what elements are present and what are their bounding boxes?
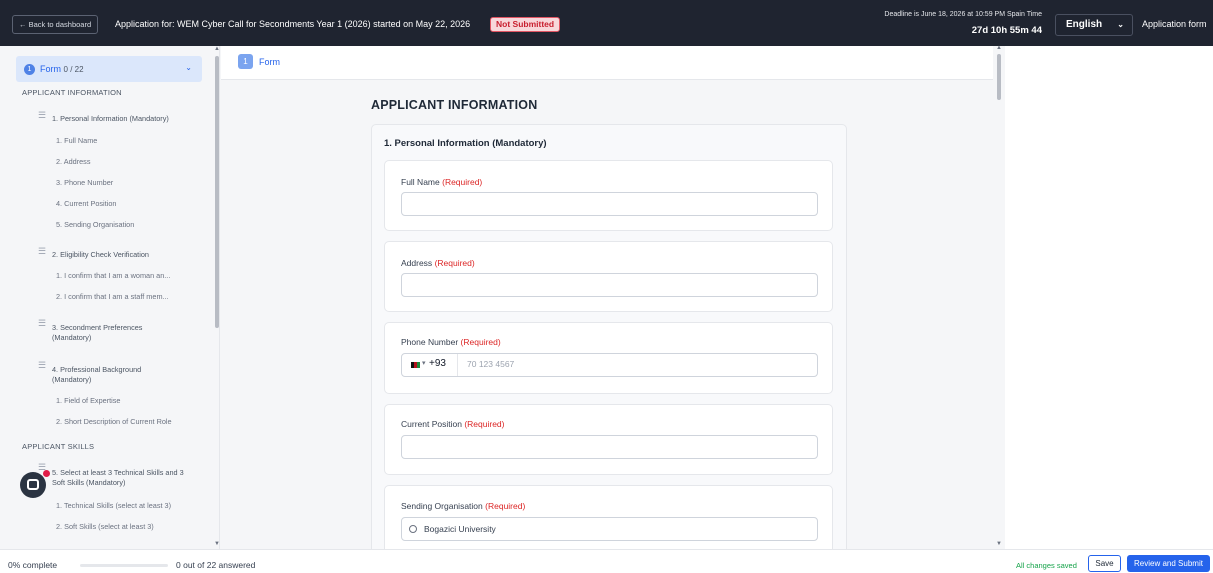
- current-position-input[interactable]: [401, 435, 818, 459]
- countdown-timer: 27d 10h 55m 44: [971, 25, 1042, 36]
- sidebar-item[interactable]: 2. Short Description of Current Role: [56, 417, 172, 426]
- main-scrollbar[interactable]: ▲ ▼: [994, 45, 1003, 549]
- sidebar-group[interactable]: 5. Select at least 3 Technical Skills an…: [52, 468, 192, 488]
- sidebar-item[interactable]: 1. Full Name: [56, 136, 97, 145]
- sidebar-item[interactable]: 1. Technical Skills (select at least 3): [56, 501, 171, 510]
- scroll-down-icon[interactable]: ▼: [996, 541, 1002, 547]
- question-label: Sending Organisation (Required): [401, 501, 525, 511]
- group-title: 1. Personal Information (Mandatory): [384, 138, 547, 149]
- form-progress-count: 0 / 22: [63, 65, 84, 74]
- phone-placeholder: 70 123 4567: [467, 359, 515, 369]
- footer-bar: 0% complete 0 out of 22 answered All cha…: [0, 549, 1213, 573]
- list-icon: ☰: [38, 318, 47, 328]
- sidebar-scrollbar[interactable]: ▲ ▼: [213, 46, 219, 549]
- language-select[interactable]: English ⌄: [1055, 14, 1133, 36]
- tab-form[interactable]: Form: [259, 57, 280, 67]
- sidebar-group[interactable]: 2. Eligibility Check Verification: [52, 250, 210, 260]
- question-label: Address (Required): [401, 258, 475, 268]
- language-label: English: [1066, 19, 1103, 30]
- question-label: Full Name (Required): [401, 177, 482, 187]
- question-label: Current Position (Required): [401, 419, 504, 429]
- review-and-submit-button[interactable]: Review and Submit: [1127, 555, 1210, 572]
- country-code-select[interactable]: ▾ +93: [402, 354, 458, 376]
- form-number-badge: 1: [24, 64, 35, 75]
- required-marker: (Required): [485, 501, 526, 511]
- sidebar-item[interactable]: 5. Sending Organisation: [56, 220, 134, 229]
- required-marker: (Required): [464, 419, 505, 429]
- sidebar-scroll-thumb[interactable]: [215, 56, 219, 328]
- sidebar-section-title[interactable]: APPLICANT INFORMATION: [22, 88, 122, 97]
- answered-count: 0 out of 22 answered: [176, 560, 256, 570]
- application-title: Application for: WEM Cyber Call for Seco…: [115, 19, 471, 29]
- radio-label: Bogazici University: [424, 524, 496, 534]
- status-badge: Not Submitted: [490, 17, 561, 32]
- question-card-full-name: Full Name (Required): [384, 160, 833, 231]
- completion-percent: 0% complete: [8, 560, 58, 570]
- sidebar-group[interactable]: 1. Personal Information (Mandatory): [52, 114, 210, 124]
- top-bar: ← Back to dashboard Application for: WEM…: [0, 0, 1213, 46]
- required-marker: (Required): [434, 258, 475, 268]
- sidebar-item[interactable]: 2. Address: [56, 157, 90, 166]
- flag-icon: [411, 362, 420, 368]
- save-button[interactable]: Save: [1088, 555, 1121, 572]
- scroll-down-icon[interactable]: ▼: [214, 541, 219, 547]
- progress-bar: [80, 564, 168, 567]
- chevron-down-icon: ▾: [422, 360, 426, 367]
- required-marker: (Required): [460, 337, 501, 347]
- sidebar-item[interactable]: 2. Soft Skills (select at least 3): [56, 522, 154, 531]
- list-icon: ☰: [38, 246, 47, 256]
- scroll-up-icon[interactable]: ▲: [214, 46, 219, 52]
- sidebar-group[interactable]: 4. Professional Background (Mandatory): [52, 365, 172, 385]
- list-icon: ☰: [38, 110, 47, 120]
- question-card-sending-organisation: Sending Organisation (Required) Bogazici…: [384, 485, 833, 555]
- form-tab-bar: 1 Form: [221, 46, 993, 80]
- back-to-dashboard-button[interactable]: ← Back to dashboard: [12, 15, 99, 34]
- full-name-input[interactable]: [401, 192, 818, 216]
- radio-option[interactable]: Bogazici University: [401, 517, 818, 541]
- question-text: Sending Organisation: [401, 501, 483, 511]
- question-text: Full Name: [401, 177, 440, 187]
- form-selector[interactable]: 1 Form 0 / 22 ⌄: [16, 56, 202, 82]
- radio-button[interactable]: [409, 525, 417, 533]
- question-text: Current Position: [401, 419, 462, 429]
- sidebar-item[interactable]: 1. I confirm that I am a woman an...: [56, 271, 170, 280]
- required-marker: (Required): [442, 177, 483, 187]
- question-text: Address: [401, 258, 433, 268]
- sidebar-item[interactable]: 3. Phone Number: [56, 178, 113, 187]
- sidebar-item[interactable]: 2. I confirm that I am a staff mem...: [56, 292, 169, 301]
- sidebar-section-title[interactable]: APPLICANT SKILLS: [22, 442, 94, 451]
- scroll-up-icon[interactable]: ▲: [996, 45, 1002, 51]
- form-selector-label: Form: [40, 64, 61, 74]
- section-title: APPLICANT INFORMATION: [371, 98, 538, 112]
- chat-icon: [27, 479, 39, 490]
- deadline-text: Deadline is June 18, 2026 at 10:59 PM Sp…: [884, 11, 1042, 18]
- right-pane: [1005, 46, 1213, 549]
- list-icon: ☰: [38, 360, 47, 370]
- question-text: Phone Number: [401, 337, 459, 347]
- sidebar-item[interactable]: 1. Field of Expertise: [56, 396, 121, 405]
- sidebar-group[interactable]: 3. Secondment Preferences (Mandatory): [52, 323, 182, 343]
- application-form-link[interactable]: Application form: [1142, 19, 1207, 29]
- notification-dot: [43, 470, 50, 477]
- chevron-down-icon: ⌄: [1117, 20, 1124, 29]
- question-card-address: Address (Required): [384, 241, 833, 312]
- chat-launcher-button[interactable]: [20, 472, 46, 498]
- question-card-current-position: Current Position (Required): [384, 404, 833, 475]
- phone-input[interactable]: ▾ +93 70 123 4567: [401, 353, 818, 377]
- main-scroll-thumb[interactable]: [997, 54, 1001, 100]
- main-content: 1 Form APPLICANT INFORMATION 1. Personal…: [221, 45, 1005, 564]
- dial-code: +93: [429, 358, 446, 369]
- sidebar-item[interactable]: 4. Current Position: [56, 199, 116, 208]
- question-card-phone: Phone Number (Required) ▾ +93 70 123 456…: [384, 322, 833, 394]
- save-status: All changes saved: [1016, 561, 1077, 570]
- chevron-down-icon: ⌄: [185, 63, 192, 72]
- question-label: Phone Number (Required): [401, 337, 501, 347]
- address-input[interactable]: [401, 273, 818, 297]
- form-tab-number: 1: [238, 54, 253, 69]
